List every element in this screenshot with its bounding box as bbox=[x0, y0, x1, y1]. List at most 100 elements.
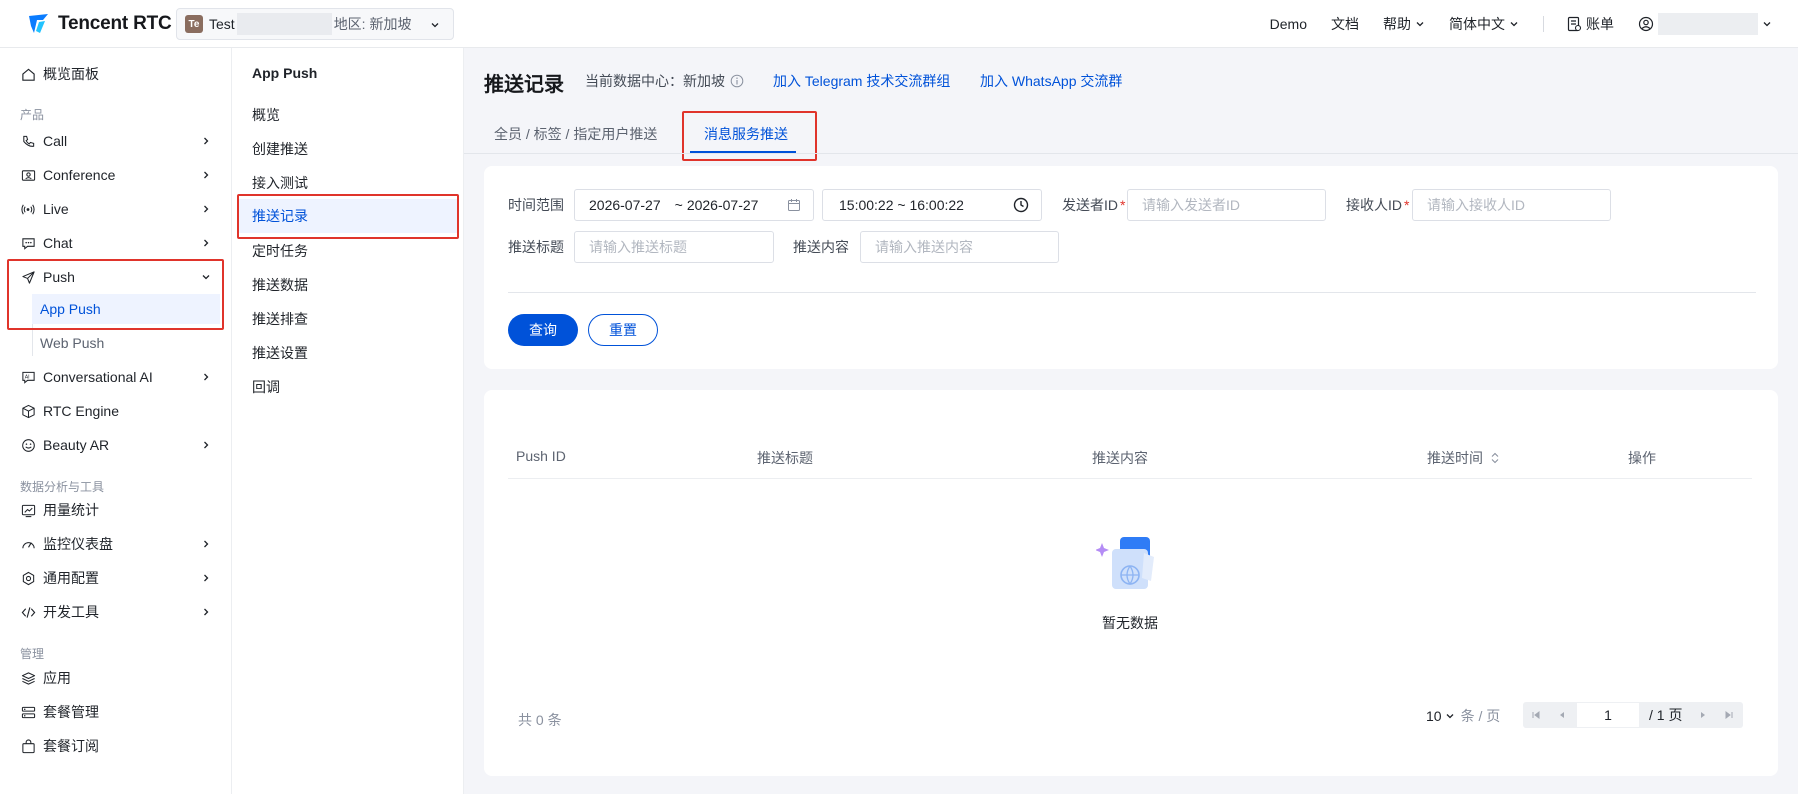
sender-id-input[interactable]: 请输入发送者ID bbox=[1127, 189, 1326, 221]
sidebar-item-rtc-engine[interactable]: RTC Engine bbox=[20, 396, 220, 426]
sidebar-item-chat[interactable]: Chat bbox=[20, 228, 220, 258]
topnav-demo[interactable]: Demo bbox=[1270, 16, 1307, 32]
submenu-item-push-settings[interactable]: 推送设置 bbox=[238, 336, 458, 370]
submenu-title: App Push bbox=[252, 65, 318, 81]
column-header-actions: 操作 bbox=[1628, 450, 1656, 466]
submenu-item-callback[interactable]: 回调 bbox=[238, 370, 458, 404]
sidebar-item-call[interactable]: Call bbox=[20, 126, 220, 156]
svg-text:AI: AI bbox=[24, 374, 29, 380]
column-header-push-title: 推送标题 bbox=[757, 450, 813, 466]
first-page-button[interactable] bbox=[1523, 702, 1549, 728]
push-content-placeholder: 请输入推送内容 bbox=[875, 239, 973, 255]
sidebar-item-label: Conference bbox=[43, 167, 116, 183]
column-header-push-content: 推送内容 bbox=[1092, 450, 1148, 466]
topnav-help[interactable]: 帮助 bbox=[1383, 14, 1425, 34]
topnav-billing[interactable]: 账单 bbox=[1566, 14, 1614, 34]
first-page-icon bbox=[1532, 711, 1540, 719]
calendar-icon bbox=[788, 199, 800, 211]
sidebar-item-config[interactable]: 通用配置 bbox=[20, 563, 220, 593]
topnav-language[interactable]: 简体中文 bbox=[1449, 14, 1519, 34]
submenu-item-create-push[interactable]: 创建推送 bbox=[238, 132, 458, 166]
query-button[interactable]: 查询 bbox=[508, 314, 578, 346]
ai-chat-icon: AI bbox=[20, 369, 36, 385]
prev-page-button[interactable] bbox=[1549, 702, 1575, 728]
tab-message-service-push[interactable]: 消息服务推送 bbox=[704, 124, 788, 144]
submenu: App Push 概览 创建推送 接入测试 推送记录 定时任务 推送数据 推送排… bbox=[232, 48, 464, 794]
reset-button[interactable]: 重置 bbox=[588, 314, 658, 346]
sidebar-item-packages[interactable]: 套餐管理 bbox=[20, 697, 220, 727]
conference-icon bbox=[20, 167, 36, 183]
sidebar-item-monitor[interactable]: 监控仪表盘 bbox=[20, 529, 220, 559]
submenu-item-push-records[interactable]: 推送记录 bbox=[238, 199, 458, 233]
page-size-selector[interactable]: 10 条 / 页 bbox=[1426, 706, 1500, 726]
layers-icon bbox=[20, 670, 36, 686]
submenu-item-scheduled-tasks[interactable]: 定时任务 bbox=[238, 234, 458, 268]
sender-id-label-text: 发送者ID bbox=[1062, 197, 1118, 213]
smile-icon bbox=[20, 437, 36, 453]
empty-state-text: 暂无数据 bbox=[1102, 615, 1158, 631]
sidebar-item-apps[interactable]: 应用 bbox=[20, 663, 220, 693]
empty-data-icon bbox=[1096, 537, 1154, 589]
column-header-push-time[interactable]: 推送时间 bbox=[1427, 448, 1501, 468]
current-page-input[interactable]: 1 bbox=[1577, 703, 1639, 727]
tab-all-tag-user-push[interactable]: 全员 / 标签 / 指定用户推送 bbox=[494, 124, 657, 144]
sender-id-placeholder: 请输入发送者ID bbox=[1142, 197, 1240, 213]
date-range-picker[interactable]: 2026-07-27 ~ 2026-07-27 bbox=[574, 189, 814, 221]
sidebar-item-label: Chat bbox=[43, 235, 73, 251]
sidebar-item-usage[interactable]: 用量统计 bbox=[20, 495, 220, 525]
sort-icon[interactable] bbox=[1489, 451, 1501, 465]
brand-logo[interactable]: Tencent RTC bbox=[26, 10, 172, 38]
page-size-unit: 条 / 页 bbox=[1460, 708, 1501, 724]
app-switcher[interactable]: Te Test 地区: 新加坡 bbox=[176, 8, 454, 40]
topnav-docs[interactable]: 文档 bbox=[1331, 14, 1359, 34]
time-range-picker[interactable]: 15:00:22 ~ 16:00:22 bbox=[822, 189, 1042, 221]
sidebar-item-live[interactable]: Live bbox=[20, 194, 220, 224]
sidebar-item-label: 通用配置 bbox=[43, 570, 99, 586]
info-icon[interactable] bbox=[730, 74, 744, 88]
submenu-item-troubleshoot[interactable]: 推送排查 bbox=[238, 302, 458, 336]
telegram-group-link[interactable]: 加入 Telegram 技术交流群组 bbox=[773, 71, 950, 91]
push-title-input[interactable]: 请输入推送标题 bbox=[574, 231, 774, 263]
push-content-input[interactable]: 请输入推送内容 bbox=[860, 231, 1059, 263]
sidebar-item-label: Call bbox=[43, 133, 68, 149]
tencent-rtc-logo-icon bbox=[26, 11, 52, 37]
chevron-right-icon bbox=[204, 441, 209, 449]
sidebar-item-conference[interactable]: Conference bbox=[20, 160, 220, 190]
receiver-id-input[interactable]: 请输入接收人ID bbox=[1412, 189, 1611, 221]
receiver-id-placeholder: 请输入接收人ID bbox=[1427, 197, 1525, 213]
chevron-right-icon bbox=[204, 574, 209, 582]
clock-icon bbox=[1013, 197, 1029, 213]
chat-icon bbox=[20, 235, 36, 251]
sidebar-group-products: 产品 bbox=[20, 108, 45, 122]
sidebar-item-overview[interactable]: 概览面板 bbox=[20, 59, 220, 89]
push-title-label: 推送标题 bbox=[508, 239, 564, 255]
sidebar-item-label: 开发工具 bbox=[43, 604, 99, 620]
sidebar-group-manage: 管理 bbox=[20, 647, 45, 661]
chart-icon bbox=[20, 502, 36, 518]
sidebar-item-conversational-ai[interactable]: AI Conversational AI bbox=[20, 362, 220, 392]
sidebar-item-beauty-ar[interactable]: Beauty AR bbox=[20, 430, 220, 460]
submenu-item-overview[interactable]: 概览 bbox=[238, 98, 458, 132]
required-mark: * bbox=[1120, 197, 1126, 213]
chevron-right-icon bbox=[204, 373, 209, 381]
chevron-right-icon bbox=[204, 540, 209, 548]
sidebar-item-label: 套餐订阅 bbox=[43, 738, 99, 754]
sidebar-item-app-push[interactable]: App Push bbox=[32, 294, 220, 324]
sidebar-item-push[interactable]: Push bbox=[20, 262, 220, 292]
app-region: 地区: 新加坡 bbox=[333, 16, 412, 32]
sidebar-item-web-push[interactable]: Web Push bbox=[32, 328, 220, 358]
sidebar-item-devtools[interactable]: 开发工具 bbox=[20, 597, 220, 627]
data-center-label: 当前数据中心：新加坡 bbox=[585, 73, 725, 89]
sidebar-item-subscription[interactable]: 套餐订阅 bbox=[20, 731, 220, 761]
topnav-language-label: 简体中文 bbox=[1449, 16, 1505, 32]
next-page-button[interactable] bbox=[1690, 702, 1716, 728]
submenu-item-push-data[interactable]: 推送数据 bbox=[238, 268, 458, 302]
sender-id-label: 发送者ID * bbox=[1062, 195, 1125, 215]
user-menu[interactable] bbox=[1638, 13, 1772, 35]
whatsapp-group-link[interactable]: 加入 WhatsApp 交流群 bbox=[980, 71, 1122, 91]
table-header-divider bbox=[508, 478, 1752, 479]
brand-name: Tencent RTC bbox=[58, 13, 172, 34]
chevron-right-icon bbox=[204, 137, 209, 145]
submenu-item-integration-test[interactable]: 接入测试 bbox=[238, 166, 458, 200]
last-page-button[interactable] bbox=[1716, 702, 1742, 728]
